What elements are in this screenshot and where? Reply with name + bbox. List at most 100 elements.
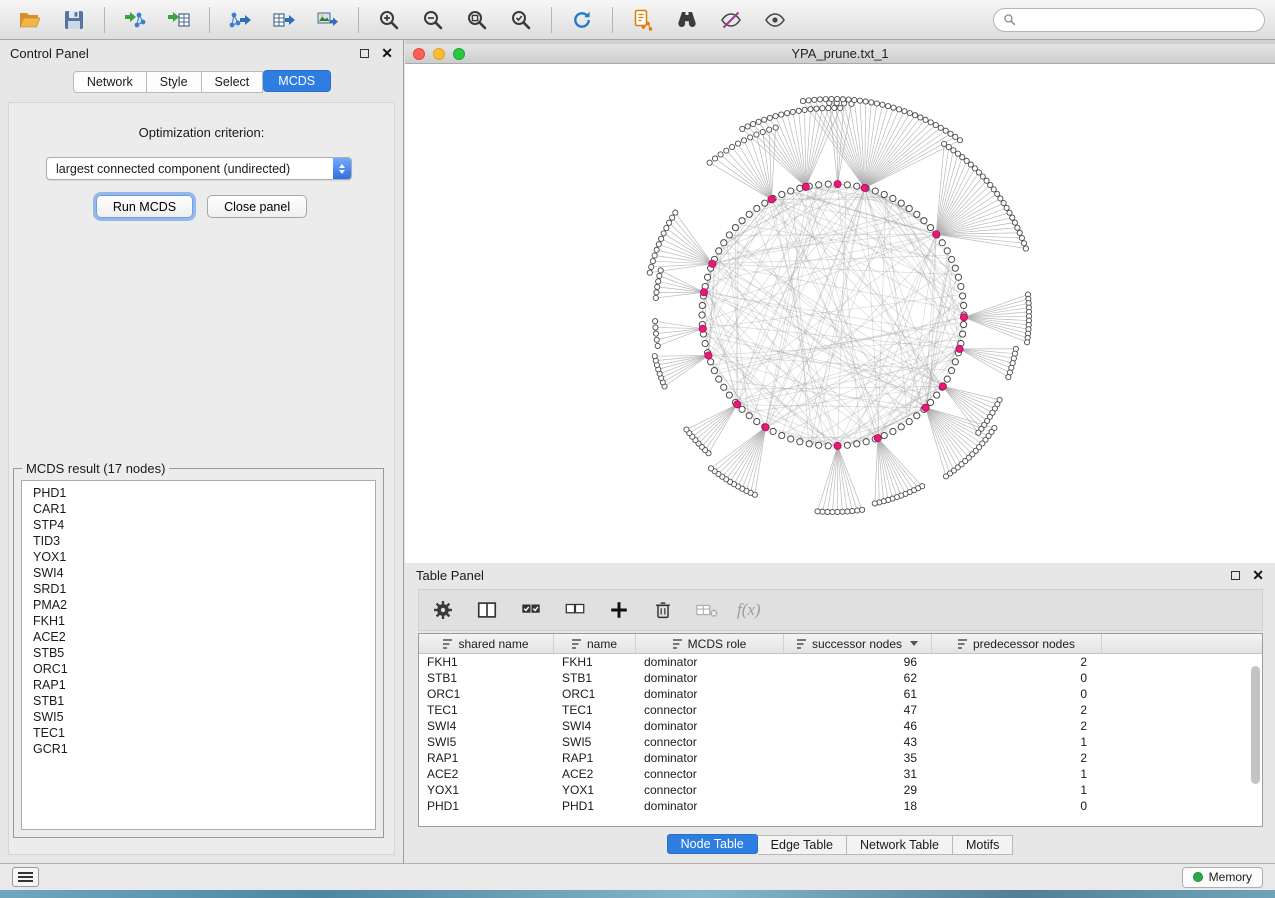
network-leaf-node[interactable] xyxy=(808,107,813,112)
table-row[interactable]: TEC1TEC1connector472 xyxy=(419,702,1262,718)
network-leaf-node[interactable] xyxy=(972,166,977,171)
network-leaf-node[interactable] xyxy=(654,337,659,342)
network-leaf-node[interactable] xyxy=(812,97,817,102)
network-leaf-node[interactable] xyxy=(1021,241,1026,246)
add-column-button[interactable] xyxy=(605,596,633,624)
network-leaf-node[interactable] xyxy=(845,509,850,514)
network-leaf-node[interactable] xyxy=(735,141,740,146)
network-node[interactable] xyxy=(721,240,727,246)
network-node[interactable] xyxy=(960,293,966,299)
network-mcds-node[interactable] xyxy=(802,183,809,190)
network-node[interactable] xyxy=(952,265,958,271)
network-node[interactable] xyxy=(881,191,887,197)
network-canvas[interactable] xyxy=(405,64,1275,563)
network-leaf-node[interactable] xyxy=(740,126,745,131)
network-mcds-node[interactable] xyxy=(939,383,946,390)
network-leaf-node[interactable] xyxy=(814,106,819,111)
mcds-result-item[interactable]: SWI5 xyxy=(33,709,375,725)
network-node[interactable] xyxy=(726,392,732,398)
network-leaf-node[interactable] xyxy=(654,247,659,252)
network-node[interactable] xyxy=(881,432,887,438)
network-leaf-node[interactable] xyxy=(817,97,822,102)
network-leaf-node[interactable] xyxy=(988,182,993,187)
network-leaf-node[interactable] xyxy=(995,191,1000,196)
network-leaf-node[interactable] xyxy=(796,108,801,113)
network-leaf-node[interactable] xyxy=(896,107,901,112)
select-all-rows-button[interactable] xyxy=(517,596,545,624)
network-mcds-node[interactable] xyxy=(956,345,963,352)
network-node[interactable] xyxy=(949,368,955,374)
refresh-button[interactable] xyxy=(562,4,602,36)
network-leaf-node[interactable] xyxy=(654,290,659,295)
network-leaf-node[interactable] xyxy=(667,220,672,225)
network-node[interactable] xyxy=(872,188,878,194)
network-leaf-node[interactable] xyxy=(860,507,865,512)
network-leaf-node[interactable] xyxy=(712,156,717,161)
network-node[interactable] xyxy=(754,205,760,211)
network-leaf-node[interactable] xyxy=(724,148,729,153)
network-leaf-node[interactable] xyxy=(874,101,879,106)
network-node[interactable] xyxy=(702,340,708,346)
network-leaf-node[interactable] xyxy=(802,107,807,112)
network-node[interactable] xyxy=(711,368,717,374)
zoom-fit-button[interactable] xyxy=(457,4,497,36)
network-node[interactable] xyxy=(927,224,933,230)
network-node[interactable] xyxy=(825,181,831,187)
export-network-button[interactable] xyxy=(220,4,260,36)
clear-table-button[interactable] xyxy=(693,596,721,624)
close-panel-icon[interactable]: ✕ xyxy=(381,46,393,60)
network-leaf-node[interactable] xyxy=(653,295,658,300)
network-node[interactable] xyxy=(863,439,869,445)
network-leaf-node[interactable] xyxy=(760,129,765,134)
mcds-result-item[interactable]: STP4 xyxy=(33,517,375,533)
network-node[interactable] xyxy=(721,384,727,390)
column-header-name[interactable]: name xyxy=(554,634,636,653)
network-node[interactable] xyxy=(890,428,896,434)
mcds-result-item[interactable]: RAP1 xyxy=(33,677,375,693)
table-settings-button[interactable] xyxy=(429,596,457,624)
network-mcds-node[interactable] xyxy=(834,180,841,187)
network-leaf-node[interactable] xyxy=(650,259,655,264)
network-leaf-node[interactable] xyxy=(855,508,860,513)
network-leaf-node[interactable] xyxy=(835,96,840,101)
network-mcds-node[interactable] xyxy=(874,434,881,441)
network-node[interactable] xyxy=(779,191,785,197)
network-node[interactable] xyxy=(825,443,831,449)
network-leaf-node[interactable] xyxy=(673,210,678,215)
table-row[interactable]: FKH1FKH1dominator962 xyxy=(419,654,1262,670)
network-leaf-node[interactable] xyxy=(1007,210,1012,215)
column-header-predecessor-nodes[interactable]: predecessor nodes xyxy=(932,634,1102,653)
import-table-button[interactable] xyxy=(159,4,199,36)
network-leaf-node[interactable] xyxy=(823,97,828,102)
zoom-in-button[interactable] xyxy=(369,4,409,36)
copy-share-document-button[interactable] xyxy=(623,4,663,36)
tab-network-table[interactable]: Network Table xyxy=(847,835,953,855)
network-leaf-node[interactable] xyxy=(951,148,956,153)
network-node[interactable] xyxy=(898,200,904,206)
network-node[interactable] xyxy=(699,302,705,308)
network-mcds-node[interactable] xyxy=(700,289,707,296)
network-leaf-node[interactable] xyxy=(942,141,947,146)
function-builder-button[interactable]: f(x) xyxy=(737,600,761,620)
tab-node-table[interactable]: Node Table xyxy=(667,834,758,854)
network-mcds-node[interactable] xyxy=(861,184,868,191)
export-image-button[interactable] xyxy=(308,4,348,36)
network-node[interactable] xyxy=(906,205,912,211)
network-leaf-node[interactable] xyxy=(718,152,723,157)
network-node[interactable] xyxy=(921,218,927,224)
network-leaf-node[interactable] xyxy=(659,236,664,241)
network-mcds-node[interactable] xyxy=(734,401,741,408)
table-scrollbar-thumb[interactable] xyxy=(1251,666,1260,784)
tab-network[interactable]: Network xyxy=(73,71,147,93)
network-node[interactable] xyxy=(952,359,958,365)
network-node[interactable] xyxy=(854,183,860,189)
network-leaf-node[interactable] xyxy=(976,430,981,435)
network-node[interactable] xyxy=(699,312,705,318)
network-leaf-node[interactable] xyxy=(815,509,820,514)
network-node[interactable] xyxy=(732,224,738,230)
network-mcds-node[interactable] xyxy=(768,196,775,203)
network-leaf-node[interactable] xyxy=(1010,215,1015,220)
import-network-button[interactable] xyxy=(115,4,155,36)
network-leaf-node[interactable] xyxy=(998,196,1003,201)
network-leaf-node[interactable] xyxy=(754,132,759,137)
